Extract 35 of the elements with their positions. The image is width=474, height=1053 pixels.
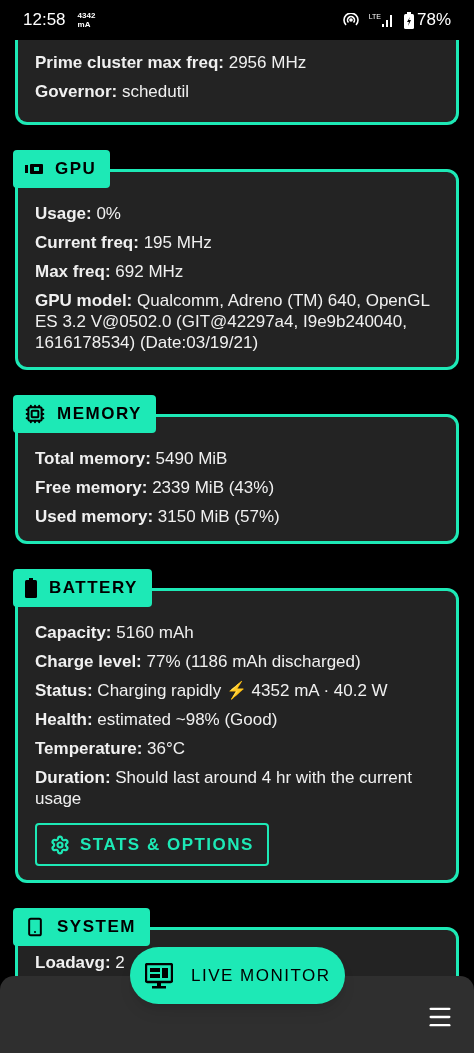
battery-icon <box>25 578 37 598</box>
section-title: GPU <box>55 158 97 181</box>
stats-options-button[interactable]: STATS & OPTIONS <box>35 823 269 866</box>
graphics-card-icon <box>25 163 43 175</box>
info-line: Health: estimated ~98% (Good) <box>35 709 279 730</box>
info-line: GPU model: Qualcomm, Adreno (TM) 640, OpenGL ES 3.2 V@0502.0 (GIT@42297a4, I9e9b240040, 1616178534) (Date:03/19/21) <box>35 290 431 353</box>
info-line: Used memory: 3150 MiB (57%) <box>35 506 281 527</box>
info-line: Prime cluster max freq: 2956 MHz <box>35 52 308 73</box>
signal-icon <box>381 13 394 27</box>
battery-charging-icon <box>403 11 414 29</box>
clock: 12:58 <box>23 9 66 32</box>
monitor-icon <box>145 962 173 989</box>
info-line: Capacity: 5160 mAh <box>35 622 195 643</box>
info-line: Usage: 0% <box>35 203 122 224</box>
info-line: Governor: schedutil <box>35 81 190 102</box>
live-monitor-button[interactable]: LIVE MONITOR <box>130 947 345 1004</box>
info-line: Status: Charging rapidly ⚡ 4352 mA · 40.2 W <box>35 680 389 701</box>
info-line: Charge level: 77% (1186 mAh discharged) <box>35 651 362 672</box>
section-title: MEMORY <box>57 403 142 426</box>
info-line: Temperature: 36°C <box>35 738 187 759</box>
battery-percent: 78% <box>416 9 451 32</box>
current-reading: 4342 <box>77 11 96 20</box>
info-line: Total memory: 5490 MiB <box>35 448 229 469</box>
info-line: Loadavg: 2 <box>35 952 126 973</box>
current-unit: mA <box>77 20 92 29</box>
settings-icon <box>50 834 70 855</box>
section-title: SYSTEM <box>57 916 136 939</box>
section-title: BATTERY <box>49 577 138 600</box>
info-line: Free memory: 2339 MiB (43%) <box>35 477 276 498</box>
info-line: Duration: Should last around 4 hr with the current usage <box>35 767 413 809</box>
info-line: Current freq: 195 MHz <box>35 232 213 253</box>
phone-icon <box>25 917 45 937</box>
hotspot-icon <box>342 13 359 27</box>
chip-icon <box>25 404 45 424</box>
info-line: Max freq: 692 MHz <box>35 261 185 282</box>
